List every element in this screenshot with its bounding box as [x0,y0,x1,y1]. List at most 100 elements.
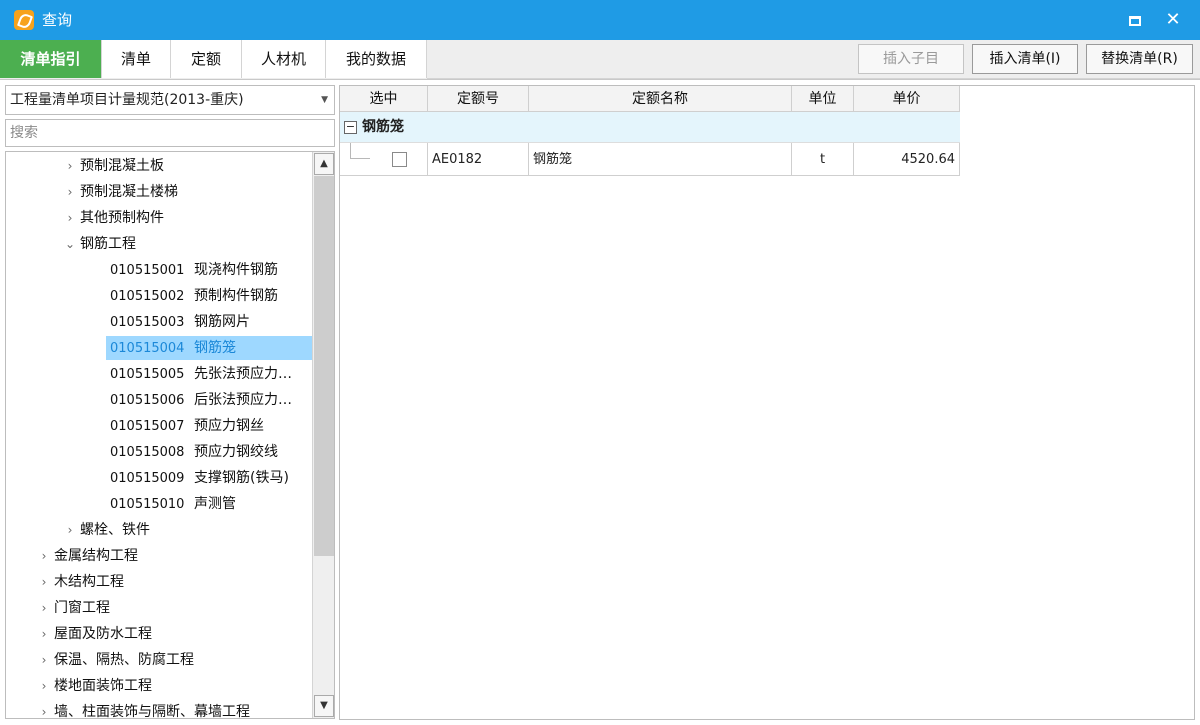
tab-quota[interactable]: 定额 [171,40,242,78]
tree-item-label: 支撑钢筋(铁马) [194,470,289,486]
group-row[interactable]: − 钢筋笼 [340,112,960,143]
tree-item[interactable]: › 其他预制构件 [60,206,312,230]
left-panel: 工程量清单项目计量规范(2013-重庆) ▼ ›墙、柱面装饰与隔断、幕墙工程 ›楼… [5,85,335,720]
tree-item-code: 010515002 [110,289,185,304]
tab-divider [427,78,1200,79]
tree-item-code: 010515005 [110,367,185,382]
standard-select[interactable]: 工程量清单项目计量规范(2013-重庆) ▼ [5,85,335,115]
unit-cell: t [792,143,854,176]
scroll-down-icon[interactable]: ▼ [314,695,334,717]
tree-item-label: 螺栓、铁件 [80,522,150,538]
chevron-right-icon[interactable]: › [60,154,80,178]
tree-item[interactable]: › 预制混凝土板 [60,154,312,178]
chevron-right-icon[interactable]: › [34,622,54,646]
close-icon[interactable]: ✕ [1160,8,1186,32]
tree-item-label: 木结构工程 [54,574,124,590]
chevron-right-icon[interactable]: › [60,206,80,230]
tree-item[interactable]: › 保温、隔热、防腐工程 [34,648,312,672]
tree-item-label: 预制混凝土板 [80,158,164,174]
chevron-right-icon[interactable]: › [34,674,54,698]
tree-item-label: 预应力钢丝 [194,418,264,434]
chevron-right-icon[interactable]: › [34,648,54,672]
tree-item[interactable]: › 金属结构工程 [34,544,312,568]
tree-item[interactable]: › 楼地面装饰工程 [34,674,312,698]
tree-item-label: 钢筋网片 [194,314,250,330]
tree-item[interactable]: 010515002 预制构件钢筋 [106,284,312,308]
tree-item[interactable]: › 木结构工程 [34,570,312,594]
tree-item-label: 保温、隔热、防腐工程 [54,652,194,668]
scroll-up-icon[interactable]: ▲ [314,153,334,175]
tree-item-label: 门窗工程 [54,600,110,616]
tab-my-data[interactable]: 我的数据 [326,40,427,78]
chevron-right-icon[interactable]: › [34,544,54,568]
tab-list-guide[interactable]: 清单指引 [0,40,102,78]
scroll-thumb[interactable] [314,176,334,556]
collapse-icon[interactable]: − [344,121,357,134]
tree-item-code: 010515001 [110,263,185,278]
tree-item[interactable]: › 螺栓、铁件 [60,518,312,542]
price-cell: 4520.64 [854,143,960,176]
tree-item[interactable]: 010515009 支撑钢筋(铁马) [106,466,312,490]
chevron-right-icon[interactable]: › [60,180,80,204]
tree-item-label: 声测管 [194,496,236,512]
tree-item[interactable]: 010515003 钢筋网片 [106,310,312,334]
window-title: 查询 [42,11,73,29]
tree-item[interactable]: › 屋面及防水工程 [34,622,312,646]
tab-bar: 清单指引 清单 定额 人材机 我的数据 插入子目 插入清单(I) 替换清单(R) [0,40,1200,80]
tree-item-label: 后张法预应力… [194,392,292,408]
chevron-down-icon[interactable]: ⌄ [60,232,80,256]
tree-item-code: 010515003 [110,315,185,330]
search-input[interactable] [5,119,335,147]
tree-item-code: 010515008 [110,445,185,460]
group-label: 钢筋笼 [362,119,404,135]
quota-grid-panel: 选中 定额号 定额名称 单位 单价 − 钢筋笼 AE0182 钢筋笼 t 452… [339,85,1195,720]
tree-item[interactable]: 010515010 声测管 [106,492,312,516]
tree-item[interactable]: 010515008 预应力钢绞线 [106,440,312,464]
tree-item[interactable]: 010515006 后张法预应力… [106,388,312,412]
chevron-right-icon[interactable]: › [34,570,54,594]
tree-item[interactable]: 010515005 先张法预应力… [106,362,312,386]
catalog-tree: › 墙、柱面装饰与隔断、幕墙工程 › 楼地面装饰工程 › 保温、隔热、防腐工程 › 屋面及防水… [5,151,335,719]
tree-item-code: 010515006 [110,393,185,408]
tree-item-label: 屋面及防水工程 [54,626,152,642]
column-header-price[interactable]: 单价 [854,86,960,112]
row-checkbox[interactable] [392,152,407,167]
insert-child-button[interactable]: 插入子目 [858,44,964,74]
standard-select-value: 工程量清单项目计量规范(2013-重庆) [10,92,244,108]
tree-item-code: 010515004 [110,341,185,356]
tree-item-label: 先张法预应力… [194,366,292,382]
tree-item[interactable]: 010515004 钢筋笼 [106,336,312,360]
insert-list-button[interactable]: 插入清单(I) [972,44,1078,74]
column-header-quota-name[interactable]: 定额名称 [529,86,792,112]
tree-item-label: 预制构件钢筋 [194,288,278,304]
tree-item-code: 010515010 [110,497,185,512]
replace-list-button[interactable]: 替换清单(R) [1086,44,1193,74]
tree-item-label: 现浇构件钢筋 [194,262,278,278]
tab-list[interactable]: 清单 [102,40,171,78]
tree-item[interactable]: › 预制混凝土楼梯 [60,180,312,204]
title-bar: 查询 ✕ [0,0,1200,40]
app-logo-icon [14,10,34,30]
tab-materials[interactable]: 人材机 [242,40,326,78]
tree-item-label: 钢筋笼 [194,340,236,356]
tree-item-label: 钢筋工程 [80,236,136,252]
vertical-scrollbar[interactable]: ▲ ▼ [312,152,334,718]
tree-item[interactable]: 010515001 现浇构件钢筋 [106,258,312,282]
chevron-right-icon[interactable]: › [34,700,54,718]
table-row[interactable]: AE0182 钢筋笼 t 4520.64 [340,143,960,176]
maximize-icon[interactable] [1122,8,1148,32]
tree-item-code: 010515007 [110,419,185,434]
tree-item-label: 其他预制构件 [80,210,164,226]
tree-item[interactable]: 010515007 预应力钢丝 [106,414,312,438]
column-header-quota-code[interactable]: 定额号 [428,86,529,112]
tree-item[interactable]: ⌄ 钢筋工程 [60,232,312,256]
quota-name-cell: 钢筋笼 [529,143,792,176]
column-header-select[interactable]: 选中 [340,86,428,112]
chevron-right-icon[interactable]: › [34,596,54,620]
chevron-right-icon[interactable]: › [60,518,80,542]
chevron-down-icon[interactable]: ▼ [321,86,328,114]
tree-item-code: 010515009 [110,471,185,486]
column-header-unit[interactable]: 单位 [792,86,854,112]
tree-item[interactable]: › 墙、柱面装饰与隔断、幕墙工程 [34,700,312,718]
tree-item[interactable]: › 门窗工程 [34,596,312,620]
